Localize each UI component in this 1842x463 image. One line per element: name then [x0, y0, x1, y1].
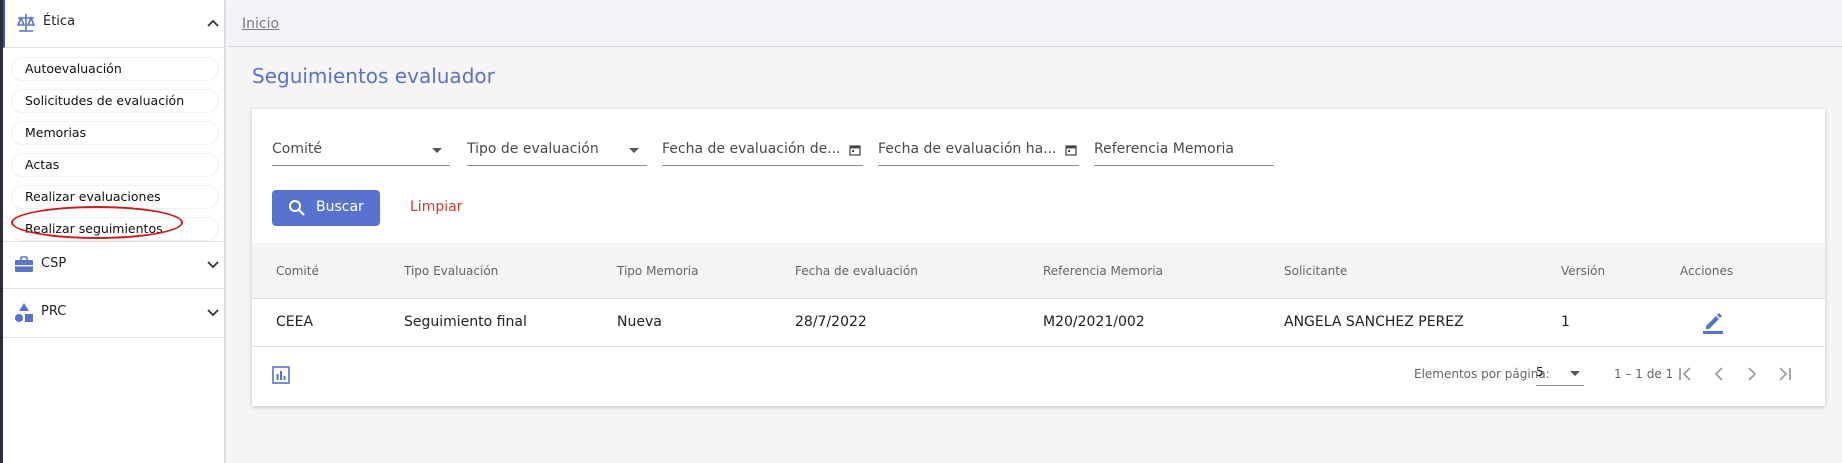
fecha-hasta-input[interactable]: Fecha de evaluación ha...: [878, 135, 1079, 166]
column-header-tipo-memoria[interactable]: Tipo Memoria: [617, 264, 698, 278]
items-per-page-select[interactable]: 5: [1536, 361, 1584, 386]
table-row: CEEA Seguimiento final Nueva 28/7/2022 M…: [252, 299, 1825, 347]
calendar-icon[interactable]: [1065, 144, 1077, 156]
sidebar-section-label: PRC: [41, 304, 67, 319]
page-title: Seguimientos evaluador: [252, 64, 495, 88]
sidebar-item-memorias[interactable]: Memorias: [11, 121, 219, 145]
comite-select[interactable]: Comité: [272, 135, 450, 166]
calendar-icon[interactable]: [849, 144, 861, 156]
fecha-desde-input[interactable]: Fecha de evaluación de...: [662, 135, 863, 166]
clear-button[interactable]: Limpiar: [410, 199, 462, 215]
breadcrumb-inicio[interactable]: Inicio: [242, 16, 279, 32]
referencia-memoria-input[interactable]: Referencia Memoria: [1094, 135, 1274, 166]
sidebar-section-etica[interactable]: Ética: [3, 0, 224, 48]
dropdown-arrow-icon: [629, 148, 639, 153]
previous-page-icon[interactable]: [1707, 362, 1731, 386]
column-header-referencia-memoria[interactable]: Referencia Memoria: [1043, 264, 1163, 278]
chevron-down-icon[interactable]: [206, 306, 220, 320]
cell-solicitante: ANGELA SANCHEZ PEREZ: [1284, 314, 1464, 330]
cell-comite: CEEA: [276, 314, 314, 330]
items-per-page-label: Elementos por página:: [1414, 367, 1550, 381]
sidebar-section-label: CSP: [41, 256, 67, 271]
cell-referencia-memoria: M20/2021/002: [1043, 314, 1145, 330]
sidebar: Ética Autoevaluación Solicitudes de eval…: [3, 0, 226, 463]
comite-select-label: Comité: [272, 141, 322, 157]
sidebar-item-actas[interactable]: Actas: [11, 153, 219, 177]
sidebar-section-prc[interactable]: PRC: [3, 290, 224, 338]
tipo-evaluacion-select-label: Tipo de evaluación: [467, 141, 599, 157]
briefcase-icon: [15, 256, 33, 272]
shapes-icon: [15, 303, 33, 322]
cell-tipo-evaluacion: Seguimiento final: [404, 314, 527, 330]
dropdown-arrow-icon: [432, 148, 442, 153]
sidebar-item-realizar-seguimientos[interactable]: Realizar seguimientos: [11, 217, 219, 241]
cell-version: 1: [1561, 314, 1570, 330]
bar-chart-icon[interactable]: [272, 366, 290, 384]
cell-fecha-evaluacion: 28/7/2022: [795, 314, 867, 330]
column-header-acciones: Acciones: [1680, 264, 1734, 278]
column-header-tipo-evaluacion[interactable]: Tipo Evaluación: [404, 264, 498, 278]
fecha-desde-label: Fecha de evaluación de...: [662, 141, 841, 157]
column-header-solicitante[interactable]: Solicitante: [1284, 264, 1347, 278]
next-page-icon[interactable]: [1740, 362, 1764, 386]
sidebar-section-csp[interactable]: CSP: [3, 241, 224, 289]
search-card: Comité Tipo de evaluación Fecha de evalu…: [252, 109, 1825, 406]
search-button[interactable]: Buscar: [272, 190, 380, 226]
dropdown-arrow-icon: [1570, 371, 1580, 376]
tipo-evaluacion-select[interactable]: Tipo de evaluación: [467, 135, 647, 166]
scales-icon: [16, 14, 36, 32]
table-footer: Elementos por página: 5 1 – 1 de 1: [252, 347, 1825, 406]
edit-icon[interactable]: [1700, 309, 1726, 335]
referencia-memoria-label: Referencia Memoria: [1094, 141, 1234, 157]
chevron-up-icon[interactable]: [206, 16, 220, 30]
first-page-icon[interactable]: [1673, 362, 1697, 386]
sidebar-item-solicitudes[interactable]: Solicitudes de evaluación: [11, 89, 219, 113]
fecha-hasta-label: Fecha de evaluación ha...: [878, 141, 1057, 157]
search-icon: [289, 200, 305, 216]
chevron-down-icon[interactable]: [206, 258, 220, 272]
sidebar-section-label: Ética: [43, 14, 76, 29]
sidebar-item-realizar-evaluaciones[interactable]: Realizar evaluaciones: [11, 185, 219, 209]
top-bar: Inicio: [228, 4, 1842, 47]
items-per-page-value: 5: [1536, 365, 1544, 379]
column-header-version[interactable]: Versión: [1561, 264, 1605, 278]
column-header-comite[interactable]: Comité: [276, 264, 319, 278]
last-page-icon[interactable]: [1773, 362, 1797, 386]
table-header: Comité Tipo Evaluación Tipo Memoria Fech…: [252, 243, 1825, 299]
sidebar-item-autoevaluacion[interactable]: Autoevaluación: [11, 57, 219, 81]
cell-tipo-memoria: Nueva: [617, 314, 662, 330]
search-button-label: Buscar: [316, 199, 364, 215]
page-range-label: 1 – 1 de 1: [1614, 367, 1674, 381]
column-header-fecha-evaluacion[interactable]: Fecha de evaluación: [795, 264, 918, 278]
